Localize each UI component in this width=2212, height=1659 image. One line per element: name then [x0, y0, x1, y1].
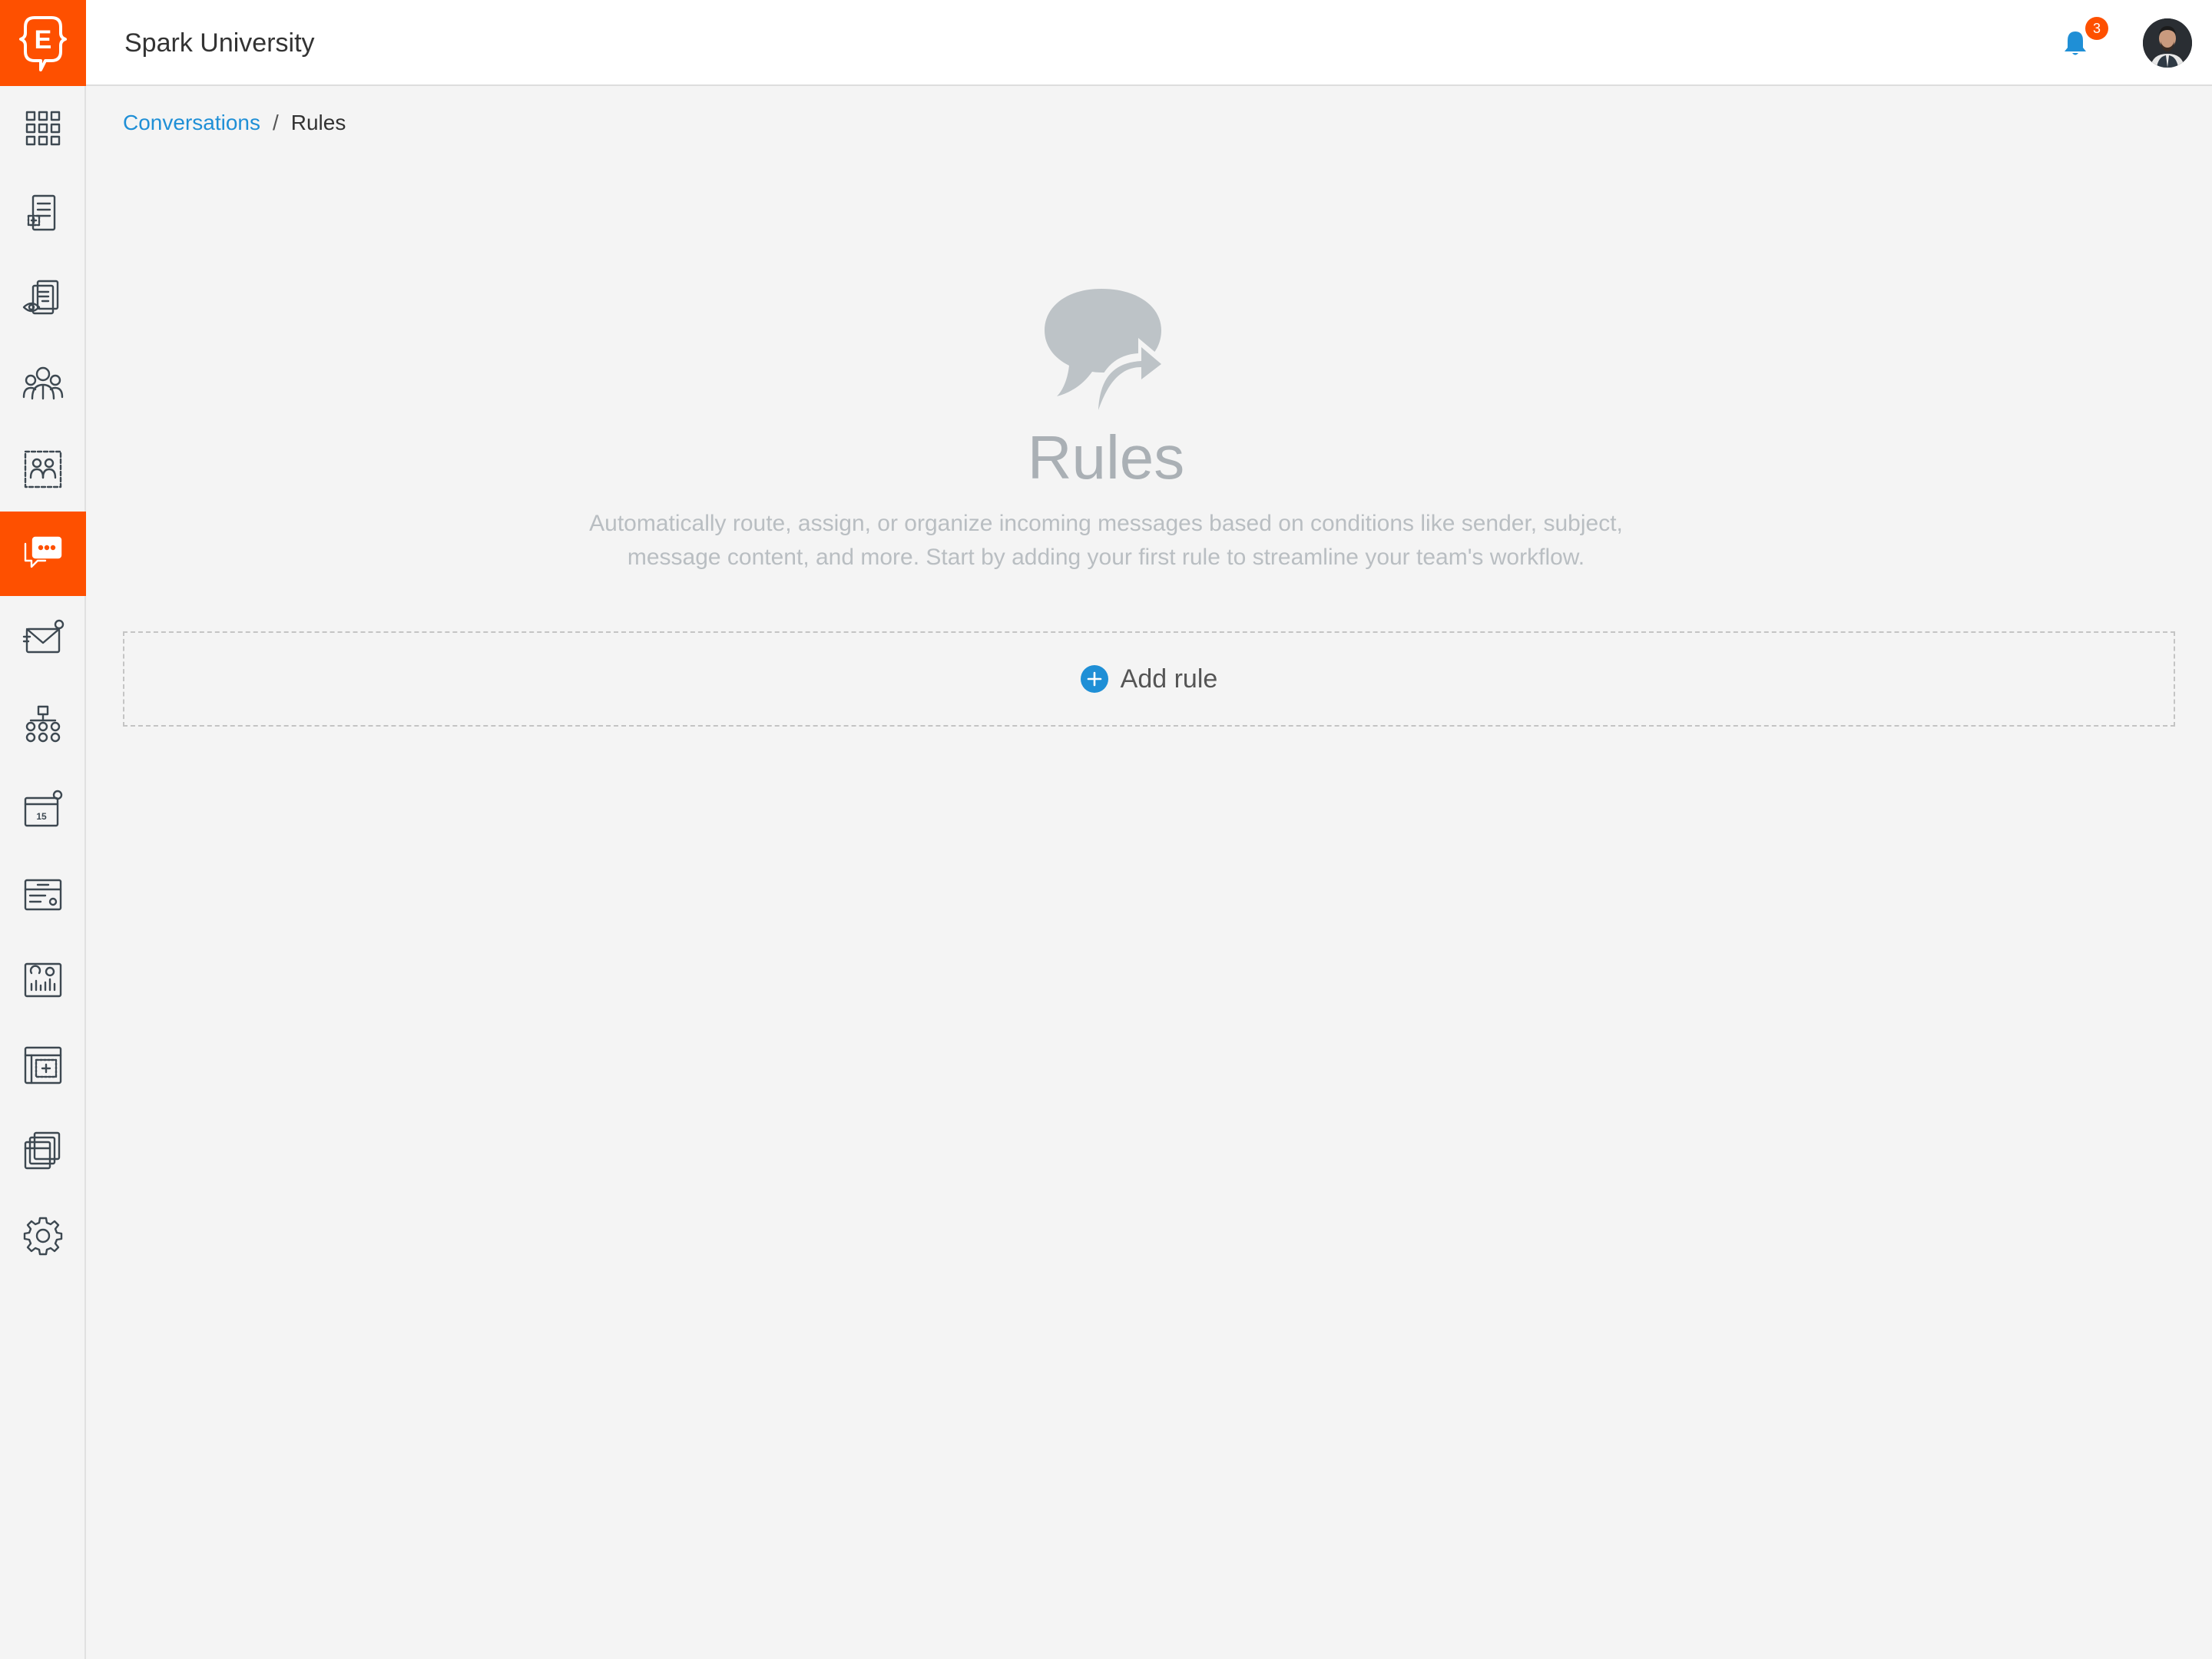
nav-documents[interactable] [0, 1108, 86, 1193]
nav-settings[interactable] [0, 1194, 86, 1278]
svg-text:15: 15 [36, 811, 47, 822]
nav-people[interactable] [0, 342, 86, 426]
svg-text:E: E [35, 25, 52, 55]
records-icon [24, 879, 62, 911]
dashboard-grid-icon [25, 111, 61, 146]
nav-records[interactable] [0, 853, 86, 937]
nav-email[interactable] [0, 597, 86, 681]
breadcrumb: Conversations / Rules [123, 109, 346, 137]
nav-forms[interactable] [0, 171, 86, 256]
nav-reviews[interactable] [0, 257, 86, 341]
reports-icon [24, 962, 62, 998]
app-logo[interactable]: E [0, 0, 86, 86]
breadcrumb-conversations-link[interactable]: Conversations [123, 111, 260, 134]
chat-forward-icon [1045, 289, 1167, 415]
conversations-icon [24, 536, 62, 568]
calendar-icon: 15 [24, 790, 63, 827]
user-avatar[interactable] [2143, 18, 2192, 68]
notification-count-badge: 3 [2085, 17, 2108, 40]
portal-icon [24, 1046, 62, 1084]
reviews-icon [22, 280, 59, 315]
nav-portal[interactable] [0, 1023, 86, 1108]
documents-icon [24, 1131, 61, 1170]
nav-calendar[interactable]: 15 [0, 767, 86, 852]
org-chart-icon [25, 705, 61, 743]
email-icon [22, 619, 65, 654]
add-rule-button[interactable]: Add rule [123, 631, 2175, 727]
empty-state-description: Automatically route, assign, or organize… [589, 511, 1623, 570]
breadcrumb-current: Rules [290, 111, 346, 134]
add-rule-label: Add rule [1120, 664, 1218, 694]
settings-gear-icon [23, 1217, 63, 1256]
nav-conversations[interactable] [0, 512, 86, 596]
add-circle-icon [1080, 665, 1108, 693]
forms-icon [27, 194, 56, 231]
sidebar: E 15 [0, 0, 86, 1659]
people-icon [22, 366, 64, 400]
empty-state-title: Rules [1027, 423, 1185, 492]
org-name: Spark University [124, 28, 315, 58]
top-bar: Spark University 3 [86, 0, 2212, 86]
breadcrumb-separator: / [272, 111, 279, 134]
nav-dashboard[interactable] [0, 86, 86, 171]
brand-logo-icon: E [19, 16, 67, 71]
user-photo-icon [2143, 18, 2192, 68]
nav-reports[interactable] [0, 938, 86, 1022]
nav-org-chart[interactable] [0, 682, 86, 767]
